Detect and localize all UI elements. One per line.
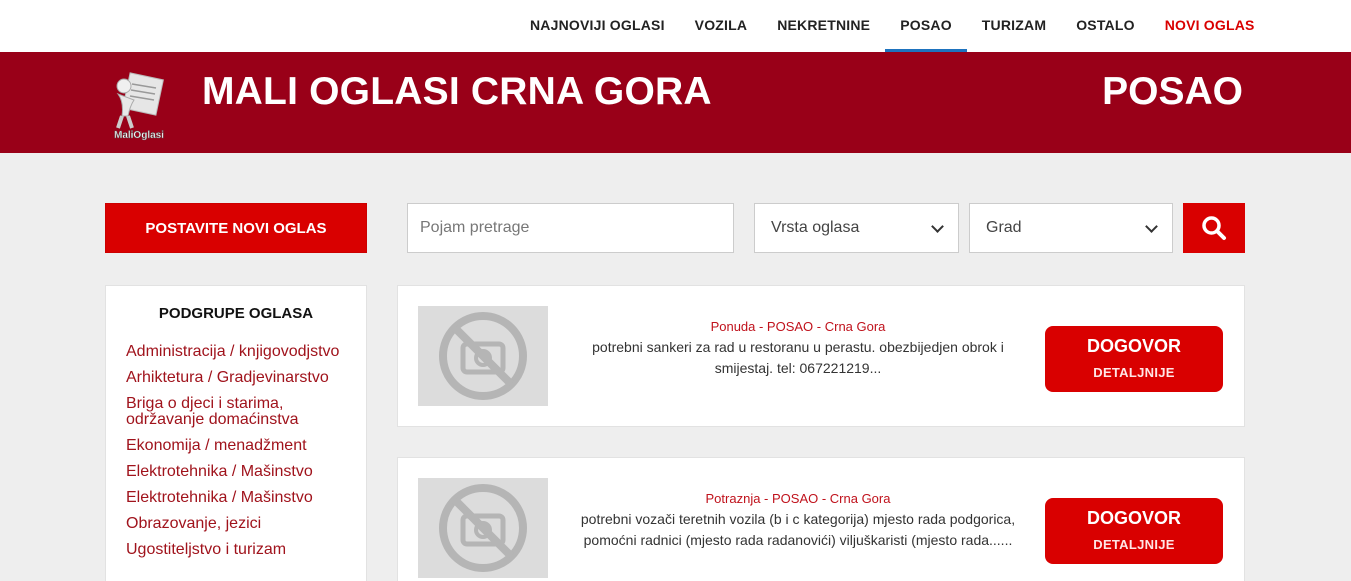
subgroup-link[interactable]: Obrazovanje, jezici	[126, 516, 352, 532]
subgroups-sidebar: PODGRUPE OGLASA Administracija / knjigov…	[105, 285, 367, 581]
listing-card[interactable]: Potraznja - POSAO - Crna Gora potrebni v…	[397, 457, 1245, 581]
listing-card[interactable]: Ponuda - POSAO - Crna Gora potrebni sank…	[397, 285, 1245, 427]
listing-thumbnail[interactable]	[418, 306, 548, 406]
nav-vozila[interactable]: VOZILA	[680, 0, 763, 52]
listing-description: potrebni vozači teretnih vozila (b i c k…	[580, 511, 1016, 548]
search-button[interactable]	[1183, 203, 1245, 253]
top-navigation: NAJNOVIJI OGLASI VOZILA NEKRETNINE POSAO…	[0, 0, 1351, 52]
listing-info: Potraznja - POSAO - Crna Gora potrebni v…	[578, 491, 1018, 551]
details-link[interactable]: DETALJNIJE	[1045, 537, 1223, 552]
nav-najnoviji-oglasi[interactable]: NAJNOVIJI OGLASI	[515, 0, 680, 52]
listing-price: DOGOVOR	[1086, 508, 1181, 528]
section-title: POSAO	[1102, 70, 1243, 113]
subgroup-link[interactable]: Arhiktetura / Gradjevinarstvo	[126, 370, 352, 386]
sidebar-title: PODGRUPE OGLASA	[158, 305, 314, 322]
details-link[interactable]: DETALJNIJE	[1045, 365, 1223, 380]
listing-price-button[interactable]: DOGOVOR DETALJNIJE	[1045, 326, 1223, 392]
subgroup-link[interactable]: Elektrotehnika / Mašinstvo	[126, 490, 352, 506]
listing-price-button[interactable]: DOGOVOR DETALJNIJE	[1045, 498, 1223, 564]
listing-info: Ponuda - POSAO - Crna Gora potrebni sank…	[578, 319, 1018, 379]
site-logo[interactable]: MaliOglasi	[104, 72, 174, 142]
subgroup-link[interactable]: Elektrotehnika / Mašinstvo	[126, 464, 352, 480]
subgroup-link[interactable]: Administracija / knjigovodjstvo	[126, 344, 352, 360]
listing-category[interactable]: Potraznja - POSAO - Crna Gora	[578, 491, 1018, 506]
subgroup-link[interactable]: Ugostiteljstvo i turizam	[126, 542, 352, 558]
nav-nekretnine[interactable]: NEKRETNINE	[762, 0, 885, 52]
logo-text: MaliOglasi	[114, 130, 164, 141]
site-title: MALI OGLASI CRNA GORA	[202, 70, 712, 113]
search-icon	[1202, 216, 1226, 240]
nav-novi-oglas[interactable]: NOVI OGLAS	[1150, 0, 1270, 52]
header-banner: MaliOglasi MALI OGLASI CRNA GORA POSAO	[0, 52, 1351, 153]
no-photo-icon	[439, 484, 527, 572]
ad-type-select-value: Vrsta oglasa	[771, 219, 860, 236]
post-new-ad-button[interactable]: POSTAVITE NOVI OGLAS	[105, 203, 367, 253]
city-select[interactable]: Grad	[969, 203, 1173, 253]
chevron-down-icon	[1145, 219, 1158, 233]
subgroup-list: Administracija / knjigovodjstvo Arhiktet…	[106, 344, 366, 558]
listing-category[interactable]: Ponuda - POSAO - Crna Gora	[578, 319, 1018, 334]
nav-turizam[interactable]: TURIZAM	[967, 0, 1061, 52]
listing-price: DOGOVOR	[1086, 336, 1181, 356]
nav-ostalo[interactable]: OSTALO	[1061, 0, 1150, 52]
chevron-down-icon	[931, 219, 944, 233]
search-input[interactable]	[407, 203, 734, 253]
nav-posao[interactable]: POSAO	[885, 0, 967, 52]
listing-description: potrebni sankeri za rad u restoranu u pe…	[592, 339, 1004, 376]
main-menu: NAJNOVIJI OGLASI VOZILA NEKRETNINE POSAO…	[515, 0, 1270, 52]
subgroup-link[interactable]: Ekonomija / menadžment	[126, 438, 352, 454]
no-photo-icon	[439, 312, 527, 400]
listing-thumbnail[interactable]	[418, 478, 548, 578]
city-select-value: Grad	[986, 219, 1022, 236]
ad-type-select[interactable]: Vrsta oglasa	[754, 203, 959, 253]
subgroup-link[interactable]: Briga o djeci i starima, održavanje doma…	[126, 396, 352, 428]
